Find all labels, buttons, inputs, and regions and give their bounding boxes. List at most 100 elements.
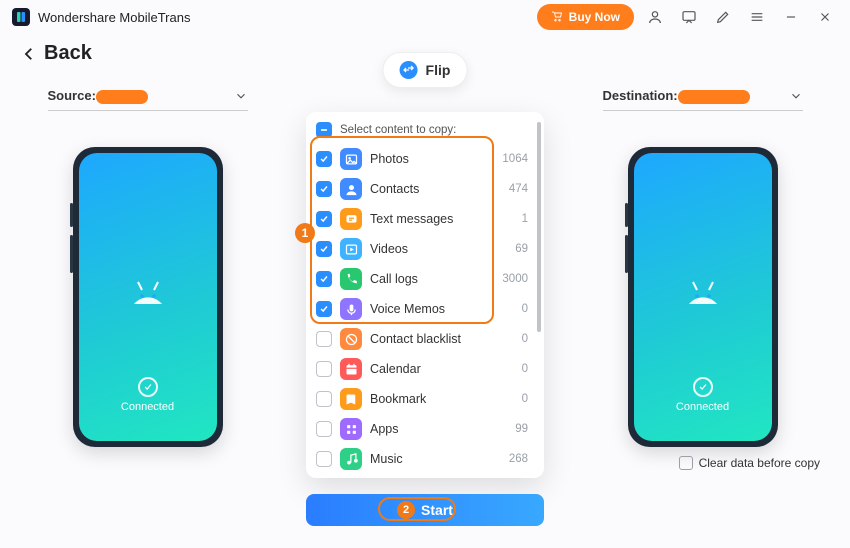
source-label: Source: — [48, 88, 96, 103]
item-count: 268 — [509, 453, 534, 465]
content-item-videos[interactable]: Videos69 — [314, 234, 540, 264]
item-count: 1064 — [502, 153, 534, 165]
tutorial-step-1-badge: 1 — [295, 223, 315, 243]
item-label: Bookmark — [370, 392, 514, 406]
destination-status: Connected — [676, 377, 729, 413]
grid-icon — [340, 418, 362, 440]
phone-icon — [340, 268, 362, 290]
destination-status-text: Connected — [676, 401, 729, 413]
book-icon — [340, 388, 362, 410]
item-count: 0 — [522, 303, 534, 315]
content-item-calendar[interactable]: Calendar 0 — [314, 354, 540, 384]
item-checkbox[interactable] — [316, 241, 332, 257]
content-item-call-logs[interactable]: Call logs 3000 — [314, 264, 540, 294]
minimize-icon[interactable] — [778, 4, 804, 30]
content-item-music[interactable]: Music268 — [314, 444, 540, 474]
panel-header[interactable]: Select content to copy: — [314, 122, 540, 144]
music-icon — [340, 448, 362, 470]
item-count: 1 — [522, 213, 534, 225]
account-icon[interactable] — [642, 4, 668, 30]
android-icon — [128, 275, 168, 305]
destination-device-redacted — [678, 90, 750, 104]
content-item-bookmark[interactable]: Bookmark 0 — [314, 384, 540, 414]
mic-icon — [340, 298, 362, 320]
item-label: Calendar — [370, 362, 514, 376]
source-column: Source: Connected — [30, 86, 265, 447]
photo-icon — [340, 148, 362, 170]
item-label: Apps — [370, 422, 507, 436]
item-checkbox[interactable] — [316, 151, 332, 167]
app-title: Wondershare MobileTrans — [38, 10, 190, 25]
tutorial-step-2-badge: 2 — [397, 501, 415, 519]
person-icon — [340, 178, 362, 200]
title-bar: Wondershare MobileTrans Buy Now — [0, 0, 850, 34]
start-button[interactable]: 2 Start — [306, 494, 544, 526]
play-icon — [340, 238, 362, 260]
cal-icon — [340, 358, 362, 380]
content-item-apps[interactable]: Apps 99 — [314, 414, 540, 444]
source-selector[interactable]: Source: — [48, 86, 248, 111]
content-panel: Select content to copy: Photos 1064 Contac… — [306, 112, 544, 478]
select-all-checkbox[interactable] — [316, 122, 332, 138]
content-item-text-messages[interactable]: Text messages 1 — [314, 204, 540, 234]
chevron-left-icon — [20, 45, 38, 63]
flip-icon — [400, 61, 418, 79]
source-device-redacted — [96, 90, 148, 104]
feedback-icon[interactable] — [676, 4, 702, 30]
clear-data-checkbox[interactable]: Clear data before copy — [679, 456, 820, 470]
item-label: Photos — [370, 152, 494, 166]
item-checkbox[interactable] — [316, 331, 332, 347]
check-icon — [138, 377, 158, 397]
check-icon — [693, 377, 713, 397]
content-item-voice-memos[interactable]: Voice Memos 0 — [314, 294, 540, 324]
panel-header-text: Select content to copy: — [340, 124, 456, 136]
content-item-contacts[interactable]: Contacts 474 — [314, 174, 540, 204]
destination-label: Destination: — [603, 88, 678, 103]
close-icon[interactable] — [812, 4, 838, 30]
item-checkbox[interactable] — [316, 211, 332, 227]
item-count: 474 — [509, 183, 534, 195]
item-checkbox[interactable] — [316, 181, 332, 197]
item-checkbox[interactable] — [316, 361, 332, 377]
item-label: Voice Memos — [370, 302, 514, 316]
source-status: Connected — [121, 377, 174, 413]
destination-selector[interactable]: Destination: — [603, 86, 803, 111]
item-count: 0 — [522, 363, 534, 375]
item-checkbox[interactable] — [316, 391, 332, 407]
flip-button[interactable]: Flip — [383, 52, 468, 88]
item-checkbox[interactable] — [316, 421, 332, 437]
cart-icon — [551, 11, 563, 23]
app-logo — [12, 8, 30, 26]
item-count: 0 — [522, 333, 534, 345]
item-count: 3000 — [502, 273, 534, 285]
checkbox-icon — [679, 456, 693, 470]
content-item-contact-blacklist[interactable]: Contact blacklist 0 — [314, 324, 540, 354]
destination-phone: Connected — [628, 147, 778, 447]
clear-data-label: Clear data before copy — [699, 456, 820, 470]
source-status-text: Connected — [121, 401, 174, 413]
destination-column: Destination: Connected — [585, 86, 820, 447]
edit-icon[interactable] — [710, 4, 736, 30]
block-icon — [340, 328, 362, 350]
flip-label: Flip — [426, 62, 451, 78]
item-checkbox[interactable] — [316, 301, 332, 317]
buy-now-button[interactable]: Buy Now — [537, 4, 634, 30]
item-checkbox[interactable] — [316, 451, 332, 467]
item-label: Contacts — [370, 182, 501, 196]
source-phone: Connected — [73, 147, 223, 447]
back-label: Back — [44, 42, 92, 65]
item-count: 0 — [522, 393, 534, 405]
item-checkbox[interactable] — [316, 271, 332, 287]
menu-icon[interactable] — [744, 4, 770, 30]
content-list: Photos 1064 Contacts 474 Text messages 1 Video… — [314, 144, 540, 474]
item-label: Contact blacklist — [370, 332, 514, 346]
item-count: 69 — [515, 243, 534, 255]
item-label: Text messages — [370, 212, 514, 226]
msg-icon — [340, 208, 362, 230]
item-count: 99 — [515, 423, 534, 435]
android-icon — [683, 275, 723, 305]
scroll-thumb[interactable] — [537, 122, 541, 332]
item-label: Call logs — [370, 272, 494, 286]
content-item-photos[interactable]: Photos 1064 — [314, 144, 540, 174]
start-label: Start — [421, 502, 453, 518]
